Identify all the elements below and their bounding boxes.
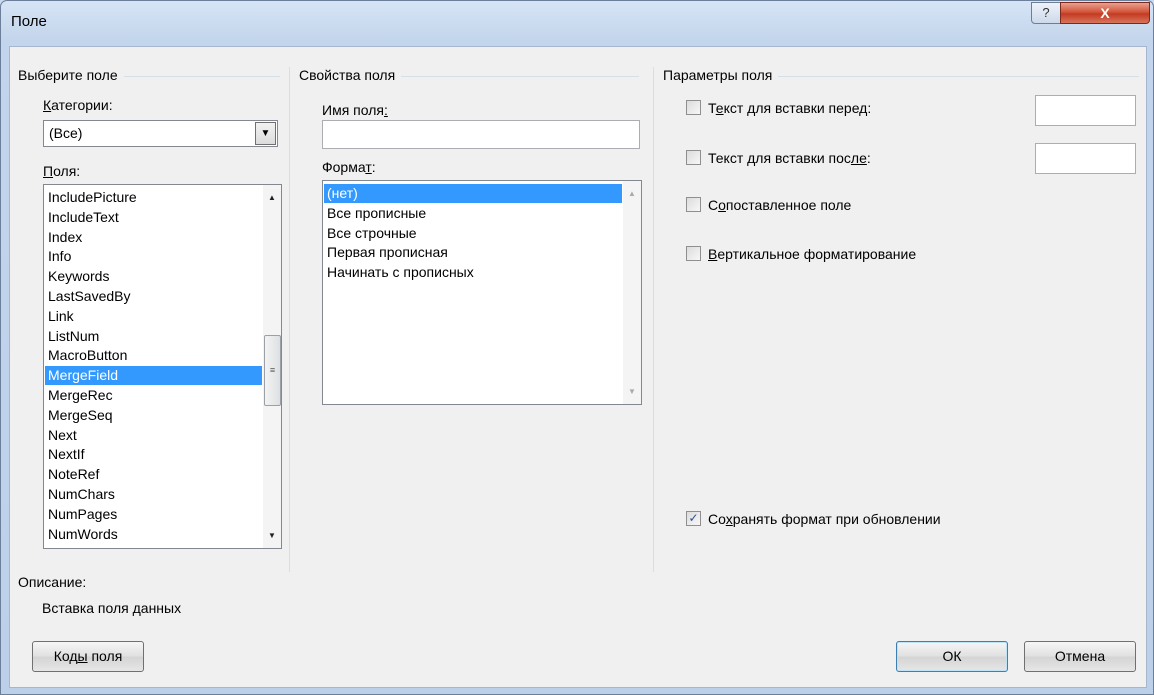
scroll-down-icon[interactable]: ▼ (263, 527, 281, 544)
cancel-button[interactable]: Отмена (1024, 641, 1136, 672)
vertical-format-label[interactable]: Вертикальное форматирование (708, 246, 916, 262)
mapped-field-label[interactable]: Сопоставленное поле (708, 197, 851, 213)
text-before-checkbox[interactable] (686, 100, 701, 115)
description-text: Вставка поля данных (42, 600, 182, 616)
field-name-label: Имя поля: (322, 102, 388, 118)
list-item[interactable]: NextIf (48, 445, 85, 464)
list-item[interactable]: Link (48, 307, 74, 326)
text-before-input[interactable] (1035, 95, 1136, 126)
list-item[interactable]: MergeSeq (48, 406, 113, 425)
format-listbox[interactable]: ▲ ▼ (нет) Все прописные Все строчные Первая… (322, 180, 642, 405)
chevron-down-icon[interactable]: ▼ (255, 122, 276, 145)
preserve-format-label[interactable]: Сохранять формат при обновлении (708, 511, 941, 527)
scroll-thumb[interactable]: ≡ (264, 335, 281, 406)
list-item[interactable]: NumChars (48, 485, 115, 504)
checkmark-icon: ✓ (688, 511, 699, 525)
scroll-up-icon[interactable]: ▲ (623, 185, 641, 202)
list-item[interactable]: Info (48, 247, 71, 266)
field-props-group-title: Свойства поля (299, 67, 402, 83)
field-codes-button[interactable]: Коды поля (32, 641, 144, 672)
list-item[interactable]: ListNum (48, 327, 99, 346)
list-item[interactable]: MacroButton (48, 346, 127, 365)
mapped-field-checkbox[interactable] (686, 197, 701, 212)
ok-button[interactable]: ОК (896, 641, 1008, 672)
close-button[interactable]: X (1060, 2, 1150, 24)
choose-field-group-title: Выберите поле (18, 67, 124, 83)
help-button[interactable]: ? (1031, 2, 1061, 24)
fields-scrollbar[interactable]: ▲ ≡ ▼ (263, 185, 281, 548)
list-item[interactable]: MergeRec (48, 386, 113, 405)
vertical-format-checkbox[interactable] (686, 246, 701, 261)
list-item[interactable]: Все строчные (327, 224, 417, 243)
field-name-input[interactable] (322, 120, 640, 149)
list-item[interactable]: LastSavedBy (48, 287, 131, 306)
list-item[interactable]: (нет) (324, 184, 622, 203)
list-item[interactable]: IncludeText (48, 208, 119, 227)
list-item[interactable]: Все прописные (327, 204, 426, 223)
categories-label: Категории: (43, 97, 113, 113)
list-item[interactable]: NoteRef (48, 465, 99, 484)
list-item[interactable]: Первая прописная (327, 243, 448, 262)
column-separator (289, 67, 290, 572)
list-item[interactable]: Keywords (48, 267, 109, 286)
text-after-checkbox[interactable] (686, 150, 701, 165)
fields-label: Поля: (43, 163, 81, 179)
description-label: Описание: (18, 574, 87, 590)
scroll-down-icon[interactable]: ▼ (623, 383, 641, 400)
list-item[interactable]: Next (48, 426, 77, 445)
list-item[interactable]: NumPages (48, 505, 117, 524)
format-label: Формат: (322, 159, 376, 175)
format-scrollbar[interactable]: ▲ ▼ (623, 181, 641, 404)
dialog-window: Поле ? X Выберите поле Категории: (Все) … (0, 0, 1154, 695)
field-options-group-title: Параметры поля (663, 67, 779, 83)
scroll-up-icon[interactable]: ▲ (263, 189, 281, 206)
categories-combobox[interactable]: (Все) ▼ (43, 120, 278, 147)
preserve-format-checkbox[interactable]: ✓ (686, 511, 701, 526)
text-after-label[interactable]: Текст для вставки после: (708, 150, 871, 166)
list-item[interactable]: IncludePicture (48, 188, 137, 207)
categories-value: (Все) (49, 125, 83, 141)
window-title: Поле (11, 13, 47, 30)
text-before-label[interactable]: Текст для вставки перед: (708, 100, 871, 116)
text-after-input[interactable] (1035, 143, 1136, 174)
list-item[interactable]: NumWords (48, 525, 118, 544)
dialog-client-area: Выберите поле Категории: (Все) ▼ Поля: ▲… (9, 46, 1147, 688)
list-item[interactable]: Index (48, 228, 82, 247)
fields-listbox[interactable]: ▲ ≡ ▼ IncludePicture IncludeText Index Info… (43, 184, 282, 549)
column-separator (653, 67, 654, 572)
list-item[interactable]: MergeField (45, 366, 262, 386)
list-item[interactable]: Начинать с прописных (327, 263, 474, 282)
